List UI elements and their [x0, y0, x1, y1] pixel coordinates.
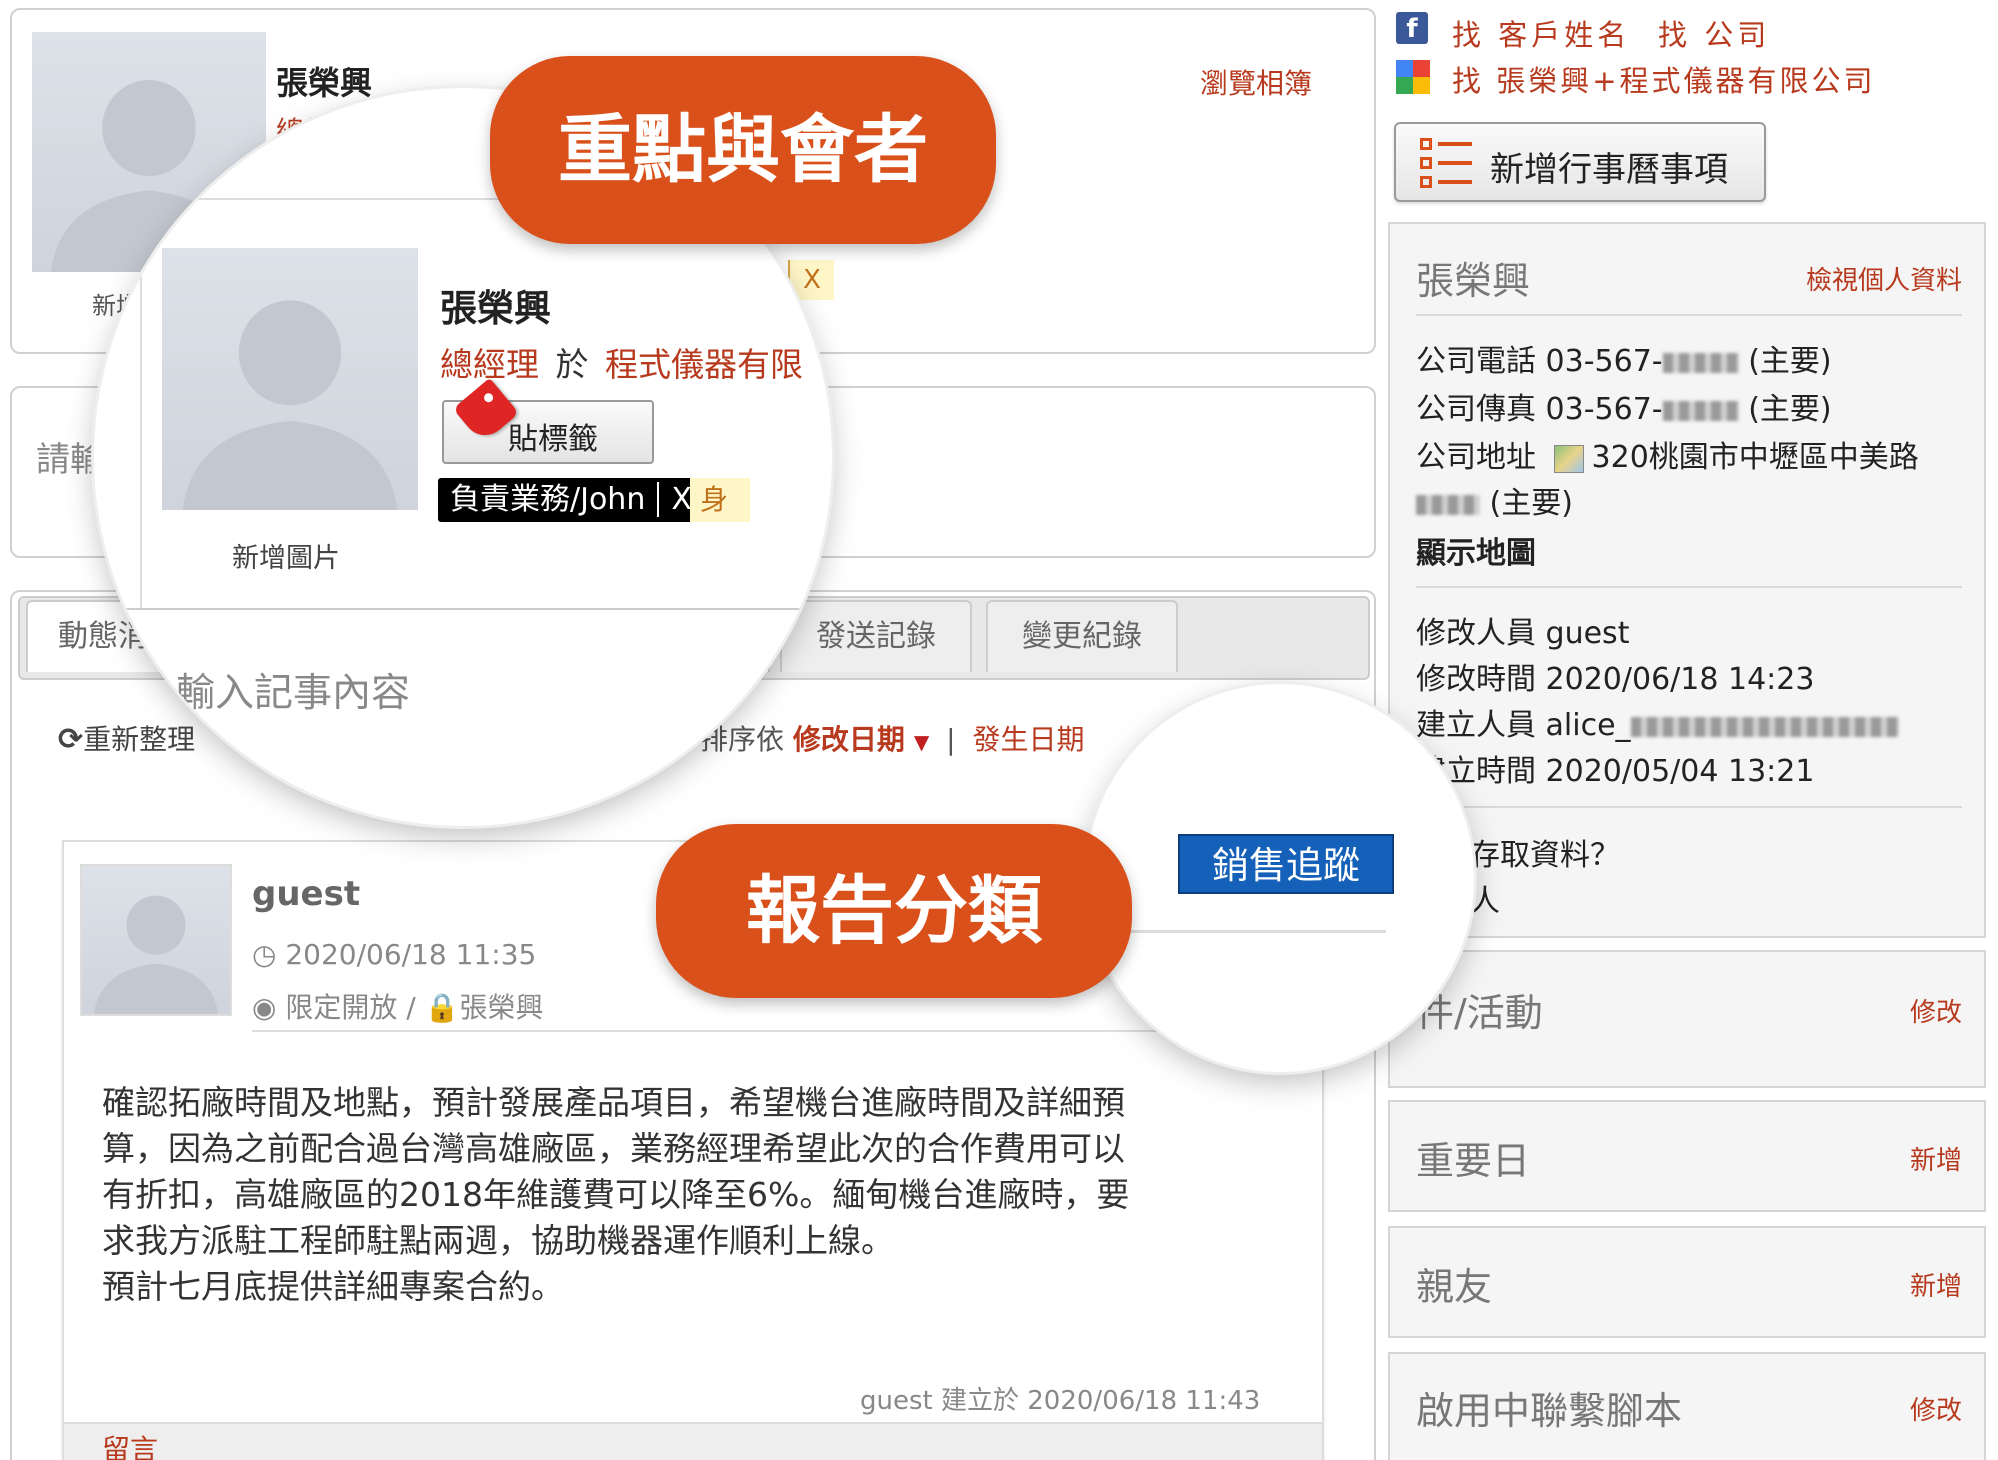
lock-icon: 🔒: [424, 991, 460, 1024]
post-body-line: 求我方派駐工程師駐點兩週，協助機器運作順利上線。: [102, 1221, 894, 1260]
tag-button[interactable]: 貼標籤: [442, 377, 654, 464]
map-thumbnail-icon[interactable]: [1553, 444, 1584, 473]
divider: [1416, 806, 1962, 808]
post-time: 2020/06/18 11:35: [285, 938, 537, 971]
access-answer: 人: [1470, 884, 1500, 919]
add-event-button[interactable]: 新增行事曆事項: [1394, 122, 1766, 202]
post-body-line: 有折扣，高雄廠區的2018年維護費可以降至6%。緬甸機台進廠時，要: [102, 1175, 1130, 1214]
scripts-edit-link[interactable]: 修改: [1910, 1390, 1962, 1427]
important-days-card: 重要日 新增: [1388, 1100, 1986, 1212]
contact-name: 張榮興: [1416, 259, 1531, 303]
sort-row: 排序依 修改日期 ▼ | 發生日期: [700, 718, 1085, 758]
modified-time-row: 修改時間 2020/06/18 14:23: [1416, 662, 1815, 697]
partial-tag[interactable]: 身: [690, 478, 750, 522]
google-icon[interactable]: [1396, 60, 1430, 94]
access-question: 存取資料？: [1470, 838, 1620, 873]
tab-change-log[interactable]: 變更紀錄: [986, 600, 1178, 672]
search-company-link[interactable]: 找 公司: [1658, 12, 1770, 54]
post-body-line: 確認拓廠時間及地點，預計發展產品項目，希望機台進廠時間及詳細預: [102, 1083, 1125, 1122]
post-visibility: 限定開放: [285, 991, 398, 1024]
post-footer: guest 建立於 2020/06/18 11:43: [860, 1386, 1261, 1416]
browse-album-link[interactable]: 瀏覽相簿: [1200, 62, 1312, 102]
post-time-row: ◷ 2020/06/18 11:35: [252, 938, 536, 971]
redacted-text: [1416, 494, 1480, 515]
scripts-card: 啟用中聯繫腳本 修改: [1388, 1352, 1986, 1460]
sort-dropdown-icon[interactable]: ▼: [914, 730, 929, 754]
relatives-card: 親友 新增: [1388, 1226, 1986, 1338]
redacted-text: [1662, 352, 1739, 373]
magnified-note-placeholder: 輸入記事內容: [176, 671, 411, 716]
post-restricted-to: 張榮興: [459, 991, 544, 1024]
sort-occurred-date[interactable]: 發生日期: [972, 723, 1084, 756]
relatives-add-link[interactable]: 新增: [1910, 1266, 1962, 1303]
created-time-row: 建立時間 2020/05/04 13:21: [1416, 754, 1815, 789]
show-map-link[interactable]: 顯示地圖: [1416, 528, 1536, 572]
divider: [1416, 586, 1962, 588]
refresh-icon: ⟳: [58, 722, 84, 757]
events-card: 件/活動 修改: [1388, 950, 1986, 1088]
magnified-role-row: 總經理 於 程式儀器有限: [440, 345, 803, 384]
tag-button-label: 貼標籤: [508, 422, 598, 457]
eye-icon: ◉: [252, 991, 277, 1024]
post-body: 確認拓廠時間及地點，預計發展產品項目，希望機台進廠時間及詳細預 算，因為之前配合…: [102, 1080, 1129, 1310]
report-category-label: 報告分類: [656, 824, 1132, 998]
sort-modified-date[interactable]: 修改日期: [793, 723, 905, 756]
magnified-avatar[interactable]: [162, 248, 418, 510]
address-row: 公司地址 320桃園市中壢區中美路: [1416, 440, 1919, 475]
search-client-link[interactable]: 找 客戶姓名: [1452, 12, 1630, 54]
facebook-icon[interactable]: f: [1396, 12, 1428, 44]
relatives-title: 親友: [1416, 1265, 1493, 1309]
add-event-label: 新增行事曆事項: [1490, 150, 1728, 190]
view-profile-link[interactable]: 檢視個人資料: [1806, 260, 1962, 297]
comment-link[interactable]: 留言: [102, 1428, 158, 1460]
magnified-add-photo-link[interactable]: 新增圖片: [232, 536, 340, 575]
post-visibility-row: ◉ 限定開放 / 🔒張榮興: [252, 991, 544, 1024]
redacted-text: [1662, 400, 1739, 421]
list-icon: [1420, 138, 1472, 188]
address-row-2: (主要): [1416, 478, 1573, 522]
contact-card: 張榮興 檢視個人資料 公司電話 03-567- (主要) 公司傳真 03-567…: [1388, 222, 1986, 938]
owner-tag-label[interactable]: 負責業務/John: [438, 482, 657, 517]
post-body-line: 預計七月底提供詳細專案合約。: [102, 1267, 564, 1306]
fax-row: 公司傳真 03-567- (主要): [1416, 392, 1832, 427]
refresh-button[interactable]: ⟳重新整理: [58, 718, 195, 758]
post-header-rule: [252, 1030, 1310, 1032]
important-days-title: 重要日: [1416, 1139, 1531, 1183]
post-body-line: 算，因為之前配合過台灣高雄廠區，業務經理希望此次的合作費用可以: [102, 1129, 1125, 1168]
important-days-add-link[interactable]: 新增: [1910, 1140, 1962, 1177]
creator-row: 建立人員 alice_: [1416, 700, 1899, 744]
modifier-row: 修改人員 guest: [1416, 616, 1630, 651]
phone-row: 公司電話 03-567- (主要): [1416, 344, 1832, 379]
clock-icon: ◷: [252, 938, 277, 971]
magnifier-category: 銷售追蹤: [1086, 684, 1474, 1072]
comment-bar[interactable]: 留言: [64, 1422, 1322, 1460]
company-link[interactable]: 程式儀器有限: [605, 345, 803, 384]
post-avatar[interactable]: [80, 864, 232, 1016]
post-author[interactable]: guest: [252, 874, 360, 914]
events-edit-link[interactable]: 修改: [1910, 992, 1962, 1029]
redacted-text: [1630, 716, 1899, 737]
key-attendees-label: 重點與會者: [490, 56, 996, 244]
profile-name: 張榮興: [276, 64, 373, 102]
category-tag[interactable]: 銷售追蹤: [1178, 834, 1394, 894]
owner-tag: 負責業務/John X: [438, 478, 704, 522]
scripts-title: 啟用中聯繫腳本: [1416, 1389, 1683, 1433]
sort-separator: |: [946, 723, 956, 756]
divider: [1416, 314, 1962, 316]
search-combo-link[interactable]: 找 張榮興+程式儀器有限公司: [1452, 58, 1876, 100]
magnified-name: 張榮興: [440, 287, 551, 330]
